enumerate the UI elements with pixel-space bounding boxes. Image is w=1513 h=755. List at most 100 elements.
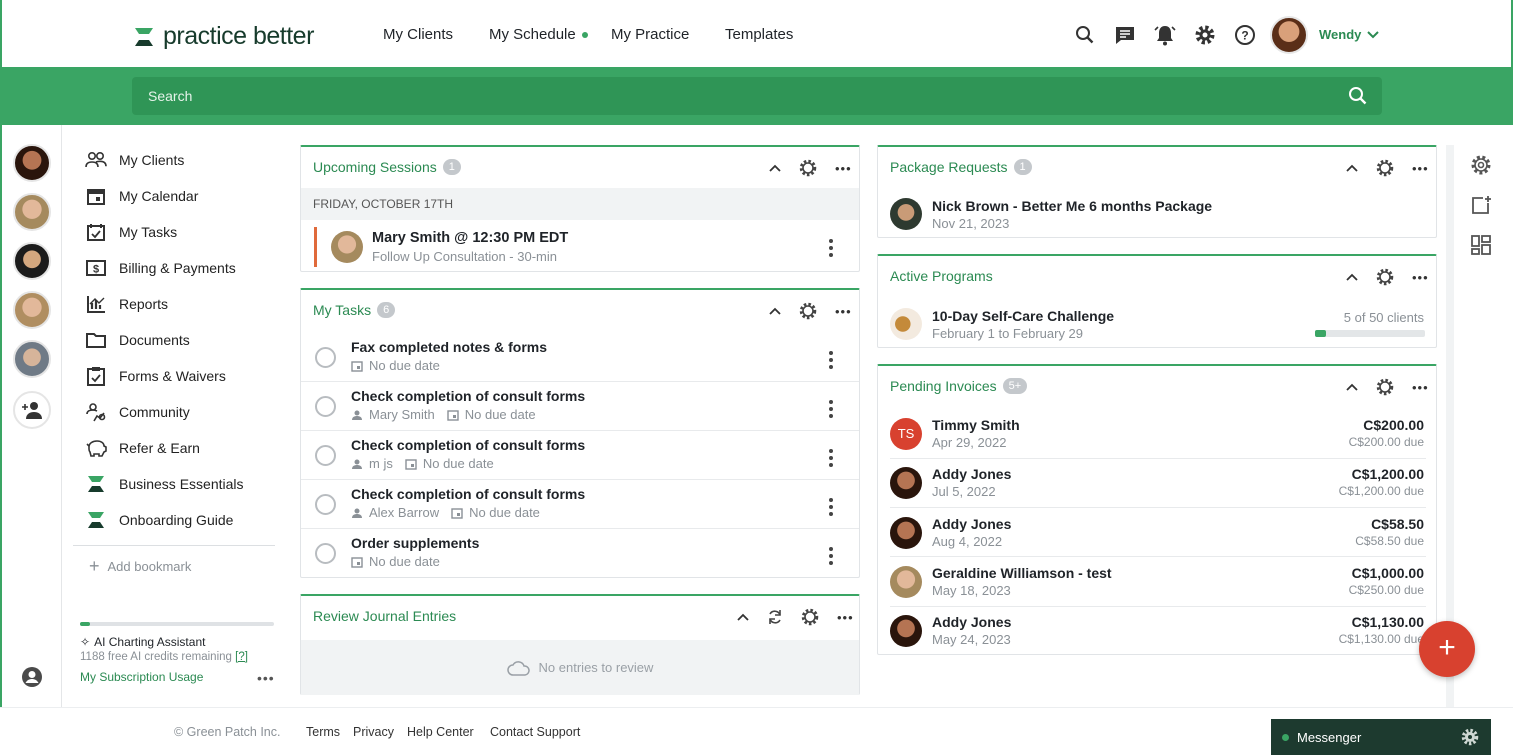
chevron-up-icon[interactable]	[769, 164, 781, 172]
task-checkbox[interactable]	[315, 543, 336, 564]
card-title[interactable]: My Tasks	[313, 302, 371, 318]
session-item[interactable]: Mary Smith @ 12:30 PM EDT Follow Up Cons…	[372, 230, 568, 264]
nav-my-schedule[interactable]: My Schedule	[489, 26, 588, 43]
invoice-item[interactable]: Addy Jones Aug 4, 2022	[932, 516, 1011, 549]
invoice-item[interactable]: Timmy Smith Apr 29, 2022	[932, 417, 1020, 450]
gear-icon[interactable]	[799, 159, 817, 177]
task-item[interactable]: Order supplements No due date	[351, 535, 479, 569]
card-title[interactable]: Review Journal Entries	[313, 608, 456, 624]
create-fab-button[interactable]: +	[1419, 621, 1475, 677]
subscription-usage-link[interactable]: My Subscription Usage	[80, 670, 203, 684]
add-widget-icon[interactable]	[1470, 194, 1492, 216]
more-horizontal-icon[interactable]: •••	[835, 161, 852, 176]
layout-grid-icon[interactable]	[1470, 234, 1492, 256]
nav-my-practice[interactable]: My Practice	[611, 26, 689, 43]
card-title[interactable]: Active Programs	[890, 268, 993, 284]
sidebar-item-my-clients[interactable]: My Clients	[85, 149, 184, 171]
sidebar-item-my-tasks[interactable]: My Tasks	[85, 221, 177, 243]
global-search-input[interactable]: Search	[132, 77, 1382, 115]
task-item[interactable]: Check completion of consult forms m js No…	[351, 437, 585, 471]
ai-more-icon[interactable]: •••	[257, 670, 275, 686]
chat-icon[interactable]	[1114, 24, 1136, 46]
search-icon[interactable]	[1348, 86, 1368, 106]
chevron-up-icon[interactable]	[1346, 164, 1358, 172]
chevron-up-icon[interactable]	[1346, 273, 1358, 281]
chevron-up-icon[interactable]	[737, 613, 749, 621]
sidebar-item-business-essentials[interactable]: Business Essentials	[85, 473, 244, 495]
more-horizontal-icon[interactable]: •••	[835, 304, 852, 319]
sidebar-item-forms-waivers[interactable]: Forms & Waivers	[85, 365, 226, 387]
more-horizontal-icon[interactable]: •••	[1412, 270, 1429, 285]
more-vertical-icon[interactable]	[829, 498, 833, 519]
client-avatar[interactable]	[13, 291, 51, 329]
search-placeholder: Search	[148, 88, 193, 104]
gear-icon[interactable]	[1461, 728, 1479, 746]
bell-icon[interactable]	[1154, 24, 1176, 46]
invoice-item[interactable]: Addy Jones May 24, 2023	[932, 614, 1011, 647]
settings-gear-icon[interactable]	[1470, 154, 1492, 176]
program-item[interactable]: 10-Day Self-Care Challenge February 1 to…	[932, 308, 1114, 341]
sidebar-item-reports[interactable]: Reports	[85, 293, 168, 315]
chevron-up-icon[interactable]	[1346, 383, 1358, 391]
gear-icon[interactable]	[1376, 268, 1394, 286]
task-item[interactable]: Check completion of consult forms Alex B…	[351, 486, 585, 520]
package-request-item[interactable]: Nick Brown - Better Me 6 months Package …	[932, 198, 1212, 231]
user-avatar[interactable]	[1270, 16, 1308, 54]
client-avatar[interactable]	[13, 340, 51, 378]
help-center-link[interactable]: Help Center	[407, 725, 474, 739]
chevron-up-icon[interactable]	[769, 307, 781, 315]
invoice-item[interactable]: Addy Jones Jul 5, 2022	[932, 466, 1011, 499]
ai-help-link[interactable]: [?]	[235, 651, 248, 663]
client-avatar[interactable]	[13, 193, 51, 231]
user-menu[interactable]: Wendy	[1319, 27, 1380, 42]
gear-icon[interactable]	[799, 302, 817, 320]
task-checkbox[interactable]	[315, 396, 336, 417]
terms-link[interactable]: Terms	[306, 725, 340, 739]
messenger-bar[interactable]: Messenger	[1271, 719, 1491, 755]
settings-gear-icon[interactable]	[1194, 24, 1216, 46]
privacy-link[interactable]: Privacy	[353, 725, 394, 739]
contact-support-link[interactable]: Contact Support	[490, 725, 580, 739]
more-vertical-icon[interactable]	[829, 449, 833, 470]
task-due: No due date	[369, 358, 440, 373]
more-vertical-icon[interactable]	[829, 239, 833, 260]
task-item[interactable]: Check completion of consult forms Mary S…	[351, 388, 585, 422]
more-horizontal-icon[interactable]: •••	[1412, 380, 1429, 395]
help-icon[interactable]: ?	[1234, 24, 1256, 46]
add-client-button[interactable]	[13, 391, 51, 429]
card-title[interactable]: Pending Invoices	[890, 378, 997, 394]
sidebar-item-documents[interactable]: Documents	[85, 329, 190, 351]
card-title[interactable]: Upcoming Sessions	[313, 159, 437, 175]
more-horizontal-icon[interactable]: •••	[837, 610, 854, 625]
task-checkbox[interactable]	[315, 494, 336, 515]
invoice-total: C$1,000.00	[1351, 565, 1424, 581]
account-circle-icon[interactable]	[21, 666, 43, 688]
sidebar-item-onboarding-guide[interactable]: Onboarding Guide	[85, 509, 233, 531]
more-horizontal-icon[interactable]: •••	[1412, 161, 1429, 176]
gear-icon[interactable]	[1376, 378, 1394, 396]
sidebar-item-community[interactable]: Community	[85, 401, 190, 423]
nav-templates[interactable]: Templates	[725, 26, 793, 43]
client-avatar[interactable]	[13, 242, 51, 280]
task-person: Alex Barrow	[369, 505, 440, 520]
refresh-icon[interactable]	[767, 609, 783, 625]
task-item[interactable]: Fax completed notes & forms No due date	[351, 339, 547, 373]
gear-icon[interactable]	[801, 608, 819, 626]
sidebar-item-billing-payments[interactable]: $ Billing & Payments	[85, 257, 236, 279]
client-avatar[interactable]	[13, 144, 51, 182]
brand-logo[interactable]: practice better	[133, 22, 314, 51]
more-vertical-icon[interactable]	[829, 547, 833, 568]
add-bookmark-button[interactable]: + Add bookmark	[89, 556, 191, 577]
invoice-client: Addy Jones	[932, 614, 1012, 630]
card-title[interactable]: Package Requests	[890, 159, 1008, 175]
nav-my-clients[interactable]: My Clients	[383, 26, 453, 43]
search-icon[interactable]	[1074, 24, 1096, 46]
more-vertical-icon[interactable]	[829, 351, 833, 372]
invoice-item[interactable]: Geraldine Williamson - test May 18, 2023	[932, 565, 1112, 598]
task-checkbox[interactable]	[315, 347, 336, 368]
sidebar-item-my-calendar[interactable]: My Calendar	[85, 185, 198, 207]
gear-icon[interactable]	[1376, 159, 1394, 177]
sidebar-item-refer-earn[interactable]: Refer & Earn	[85, 437, 200, 459]
task-checkbox[interactable]	[315, 445, 336, 466]
more-vertical-icon[interactable]	[829, 400, 833, 421]
